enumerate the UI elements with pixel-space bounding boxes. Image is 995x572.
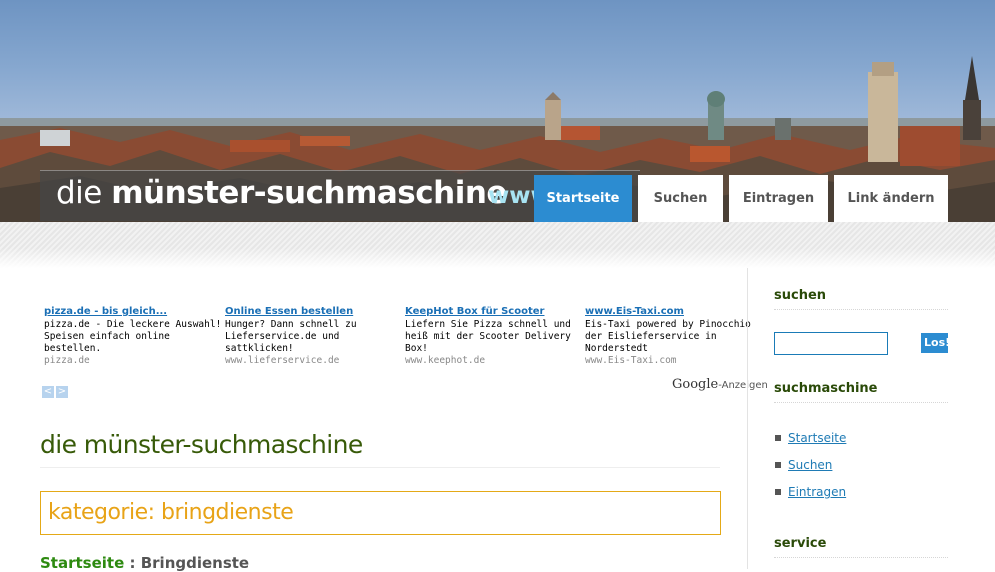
- nav-tab-eintragen[interactable]: Eintragen: [729, 175, 828, 222]
- ad-unit[interactable]: pizza.de - bis gleich... pizza.de - Die …: [44, 306, 222, 367]
- ad-text: pizza.de - Die leckere Auswahl! Speisen …: [44, 319, 222, 354]
- breadcrumb-separator: :: [124, 554, 141, 572]
- sidebar-heading-suchen: suchen: [774, 288, 827, 303]
- google-logo: Google: [672, 377, 719, 392]
- ad-text: Hunger? Dann schnell zu Lieferservice.de…: [225, 319, 357, 354]
- ad-title[interactable]: KeepHot Box für Scooter: [405, 306, 583, 318]
- sidebar-item-eintragen: Eintragen: [775, 485, 846, 499]
- page-title: die münster-suchmaschine: [40, 430, 363, 459]
- ad-unit[interactable]: Online Essen bestellen Hunger? Dann schn…: [225, 306, 403, 367]
- bullet-icon: [775, 488, 781, 495]
- search-input[interactable]: [774, 332, 888, 355]
- ad-unit[interactable]: www.Eis-Taxi.com Eis-Taxi powered by Pin…: [585, 306, 763, 367]
- ad-url[interactable]: www.lieferservice.de: [225, 355, 403, 367]
- ad-title[interactable]: www.Eis-Taxi.com: [585, 306, 763, 318]
- ad-next-arrow-icon[interactable]: >: [56, 386, 68, 398]
- bullet-icon: [775, 461, 781, 468]
- sidebar-item-startseite: Startseite: [775, 431, 846, 445]
- ad-unit[interactable]: KeepHot Box für Scooter Liefern Sie Pizz…: [405, 306, 583, 367]
- logo-text: die münster-suchmaschine: [56, 175, 507, 211]
- ad-title[interactable]: Online Essen bestellen: [225, 306, 403, 318]
- sidebar-rule: [774, 557, 948, 558]
- category-heading: kategorie: bringdienste: [48, 500, 294, 525]
- sidebar-divider: [747, 268, 748, 569]
- breadcrumb: Startseite : Bringdienste: [40, 554, 249, 572]
- title-divider: [40, 467, 720, 468]
- bullet-icon: [775, 434, 781, 441]
- header-shadow-strip: [0, 222, 995, 268]
- nav-tab-suchen[interactable]: Suchen: [638, 175, 723, 222]
- sidebar-heading-service: service: [774, 536, 827, 551]
- sidebar-rule: [774, 402, 948, 403]
- nav-tab-startseite[interactable]: Startseite: [534, 175, 632, 222]
- ad-url[interactable]: pizza.de: [44, 355, 222, 367]
- breadcrumb-current: Bringdienste: [140, 554, 250, 572]
- ad-pager: < >: [42, 379, 70, 398]
- ad-prev-arrow-icon[interactable]: <: [42, 386, 54, 398]
- sidebar-link-suchen[interactable]: Suchen: [788, 458, 832, 472]
- ad-text: Liefern Sie Pizza schnell und heiß mit d…: [405, 319, 571, 354]
- search-go-button[interactable]: Los!: [921, 333, 948, 353]
- sidebar-rule: [774, 309, 948, 310]
- header-banner: die münster-suchmaschine www. Startseite…: [0, 0, 995, 222]
- sidebar-link-startseite[interactable]: Startseite: [788, 431, 846, 445]
- ad-text: Eis-Taxi powered by Pinocchio der Eislie…: [585, 319, 751, 354]
- breadcrumb-home-link[interactable]: Startseite: [40, 554, 124, 572]
- category-box: kategorie: bringdienste: [40, 491, 721, 535]
- ad-url[interactable]: www.Eis-Taxi.com: [585, 355, 763, 367]
- ad-title[interactable]: pizza.de - bis gleich...: [44, 306, 222, 318]
- sidebar-item-suchen: Suchen: [775, 458, 832, 472]
- logo-text-bold: münster-suchmaschine: [111, 175, 507, 211]
- google-ads-label[interactable]: Google-Anzeigen: [672, 377, 768, 392]
- ad-url[interactable]: www.keephot.de: [405, 355, 583, 367]
- sidebar-heading-suchmaschine: suchmaschine: [774, 381, 878, 396]
- sidebar-link-eintragen[interactable]: Eintragen: [788, 485, 846, 499]
- nav-tab-link-aendern[interactable]: Link ändern: [834, 175, 948, 222]
- google-ads-suffix: -Anzeigen: [718, 380, 768, 391]
- logo-text-light: die: [56, 175, 112, 211]
